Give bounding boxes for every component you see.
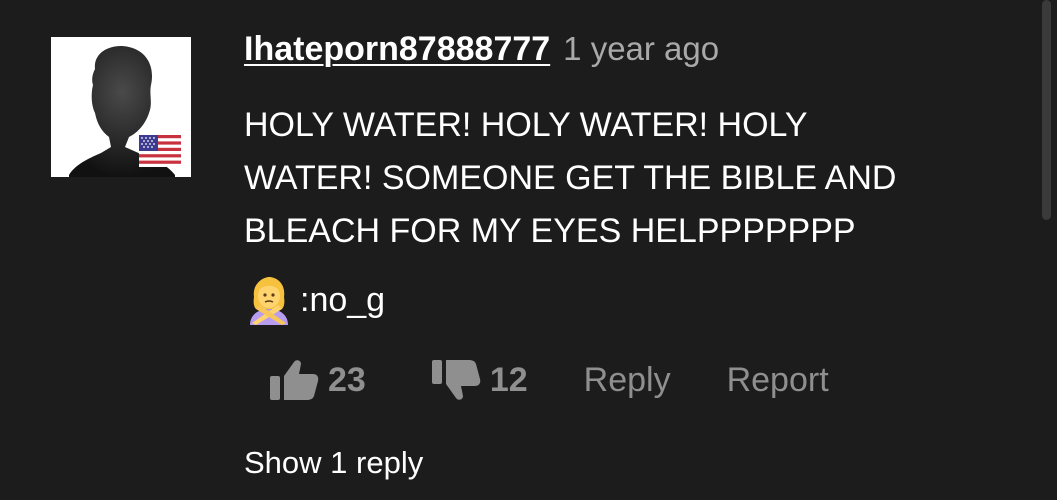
thumbs-down-icon <box>431 360 481 400</box>
us-flag-icon <box>139 135 181 167</box>
show-replies-button[interactable]: Show 1 reply <box>244 445 423 481</box>
timestamp: 1 year ago <box>563 30 720 67</box>
username-link[interactable]: Ihateporn87888777 <box>244 30 550 69</box>
comment-actions: 23 12 Reply Report <box>268 352 829 408</box>
comment-text: HOLY WATER! HOLY WATER! HOLY WATER! SOME… <box>244 99 1024 258</box>
reply-button[interactable]: Reply <box>584 361 671 400</box>
like-count: 23 <box>328 360 366 399</box>
comment-header: Ihateporn87888777 1 year ago <box>244 30 719 74</box>
comment-text-line: HOLY WATER! HOLY WATER! HOLY <box>244 106 808 144</box>
emoji-line: :no_g <box>244 275 385 325</box>
comment-text-line: BLEACH FOR MY EYES HELPPPPPPP <box>244 212 856 250</box>
like-button[interactable]: 23 <box>268 358 366 402</box>
report-button[interactable]: Report <box>727 361 829 400</box>
dislike-count: 12 <box>489 360 528 399</box>
scrollbar[interactable] <box>1042 0 1051 220</box>
comment-text-line: WATER! SOMEONE GET THE BIBLE AND <box>244 159 897 197</box>
emoji-text: :no_g <box>300 280 386 319</box>
avatar[interactable] <box>51 37 191 177</box>
dislike-button[interactable]: 12 <box>430 358 528 402</box>
person-gesturing-no-icon <box>250 277 288 325</box>
comment-card: Ihateporn87888777 1 year ago HOLY WATER!… <box>0 0 1057 500</box>
thumbs-up-icon <box>270 360 319 400</box>
